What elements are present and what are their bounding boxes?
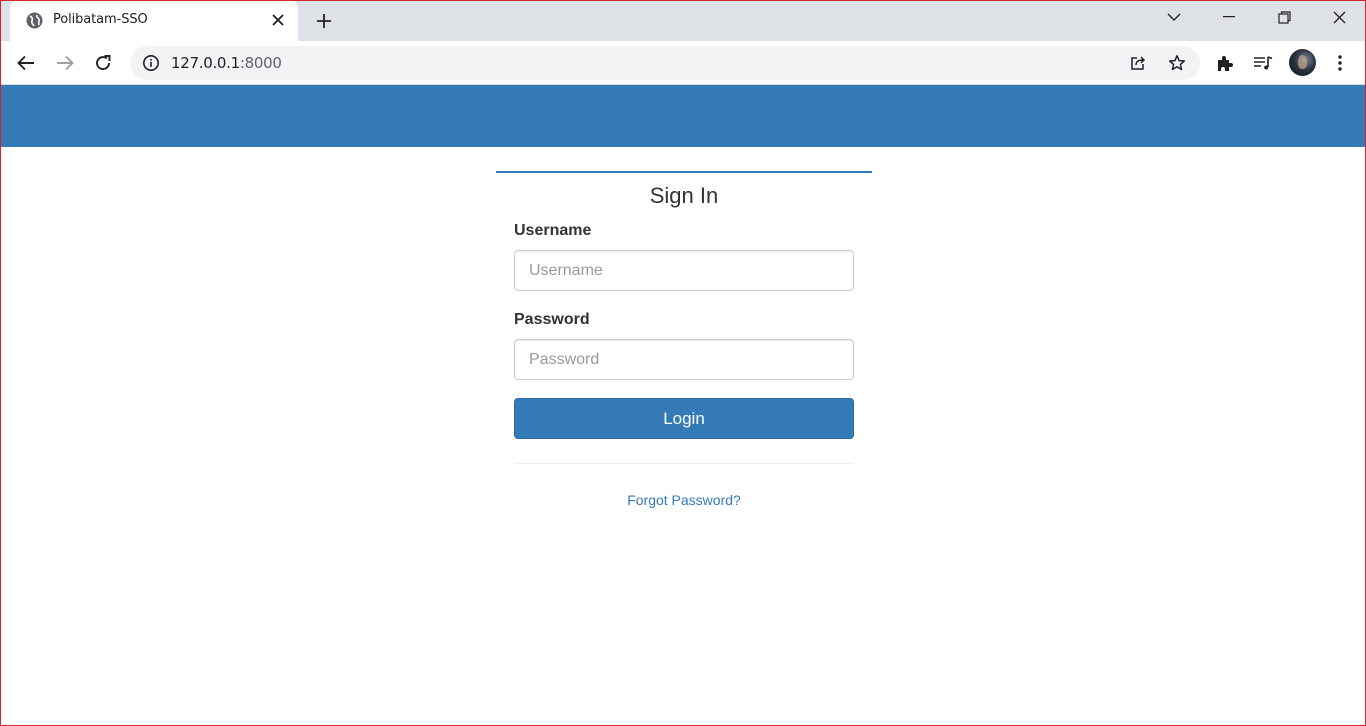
- close-window-icon[interactable]: [1314, 0, 1364, 34]
- new-tab-icon[interactable]: [311, 8, 337, 34]
- info-icon[interactable]: [142, 54, 160, 72]
- share-icon[interactable]: [1128, 53, 1148, 73]
- close-tab-icon[interactable]: [269, 11, 287, 29]
- forward-icon[interactable]: [52, 50, 78, 76]
- globe-icon: [26, 12, 43, 29]
- url-host: 127.0.0.1: [171, 54, 240, 72]
- panel-top-border: [496, 171, 872, 173]
- tab-strip: Polibatam-SSO: [0, 0, 1366, 41]
- login-button[interactable]: Login: [514, 398, 854, 439]
- address-bar[interactable]: 127.0.0.1:8000: [130, 46, 1200, 80]
- password-input[interactable]: [514, 339, 854, 380]
- menu-icon[interactable]: [1327, 50, 1353, 76]
- reload-icon[interactable]: [90, 50, 116, 76]
- minimize-icon[interactable]: [1204, 0, 1254, 34]
- tab-search-icon[interactable]: [1149, 0, 1199, 34]
- browser-tab[interactable]: Polibatam-SSO: [10, 0, 298, 41]
- url-port: :8000: [239, 54, 282, 72]
- browser-toolbar: 127.0.0.1:8000: [0, 41, 1366, 85]
- page-header-bar: [1, 85, 1365, 147]
- username-label: Username: [514, 222, 592, 239]
- url-text: 127.0.0.1:8000: [171, 54, 282, 72]
- restore-icon[interactable]: [1259, 0, 1309, 34]
- media-icon[interactable]: [1250, 50, 1276, 76]
- forgot-password-link[interactable]: Forgot Password?: [496, 492, 872, 508]
- tab-title: Polibatam-SSO: [53, 12, 148, 27]
- page-title: Sign In: [649, 183, 719, 208]
- divider: [514, 463, 854, 464]
- profile-avatar[interactable]: [1289, 49, 1316, 76]
- extensions-icon[interactable]: [1212, 50, 1238, 76]
- star-icon[interactable]: [1167, 53, 1187, 73]
- back-icon[interactable]: [13, 50, 39, 76]
- password-label: Password: [514, 311, 590, 328]
- username-input[interactable]: [514, 250, 854, 291]
